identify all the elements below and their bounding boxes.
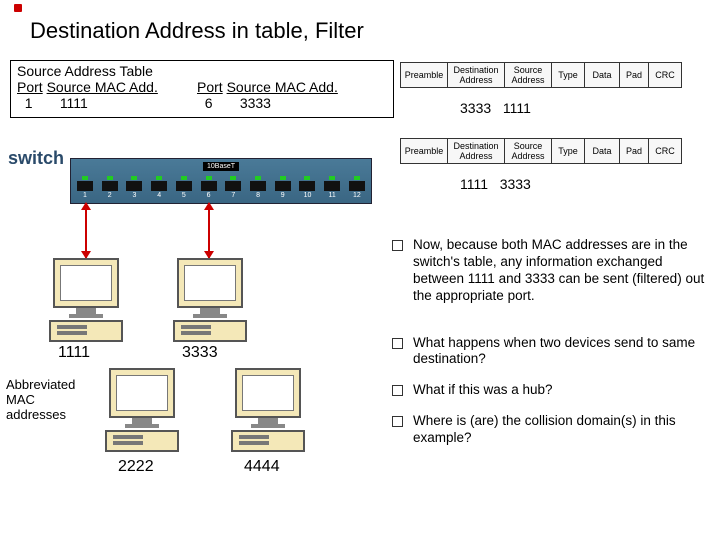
bullet-item: What if this was a hub? <box>392 382 710 399</box>
link-arrow <box>85 203 87 258</box>
slide-title: Destination Address in table, Filter <box>30 18 364 44</box>
sat-title: Source Address Table <box>17 63 387 79</box>
frame-hdr: Pad <box>620 139 649 164</box>
ethernet-frame-top: Preamble DestinationAddress SourceAddres… <box>400 62 682 88</box>
bullet-square-icon <box>392 416 403 427</box>
switch-port: 10 <box>297 176 317 199</box>
pc-4444 <box>228 368 308 452</box>
pc-2222 <box>102 368 182 452</box>
frame-bot-da: 1111 <box>460 176 488 192</box>
pc-label: 3333 <box>182 344 218 362</box>
switch-port: 2 <box>100 176 120 199</box>
bullet-marker <box>14 4 22 12</box>
frame-hdr: CRC <box>649 63 682 88</box>
frame-hdr: Data <box>585 139 620 164</box>
frame-hdr: Pad <box>620 63 649 88</box>
network-switch: 10BaseT 1 2 3 4 5 6 7 8 9 10 11 12 <box>70 158 372 204</box>
pc-1111 <box>46 258 126 342</box>
bullet-item: Where is (are) the collision domain(s) i… <box>392 413 710 447</box>
ethernet-frame-bottom: Preamble DestinationAddress SourceAddres… <box>400 138 682 164</box>
abbrev-note: AbbreviatedMACaddresses <box>6 378 75 423</box>
frame-hdr: Preamble <box>401 63 448 88</box>
frame-hdr: SourceAddress <box>505 63 552 88</box>
bullet-item: What happens when two devices send to sa… <box>392 335 710 369</box>
frame-top-da: 3333 <box>460 100 491 116</box>
switch-port: 9 <box>273 176 293 199</box>
frame-hdr: Data <box>585 63 620 88</box>
sat-port-hdr: Port <box>17 79 43 95</box>
switch-ports: 1 2 3 4 5 6 7 8 9 10 11 12 <box>75 176 367 199</box>
bullet-list: Now, because both MAC addresses are in t… <box>392 237 710 461</box>
switch-port: 5 <box>174 176 194 199</box>
bullet-item: Now, because both MAC addresses are in t… <box>392 237 710 305</box>
frame-hdr: Preamble <box>401 139 448 164</box>
pc-3333 <box>170 258 250 342</box>
switch-port: 1 <box>75 176 95 199</box>
bullet-square-icon <box>392 240 403 251</box>
pc-label: 4444 <box>244 458 280 476</box>
frame-hdr: CRC <box>649 139 682 164</box>
switch-bar-label: 10BaseT <box>203 162 239 171</box>
frame-bot-sa: 3333 <box>500 176 531 192</box>
switch-port: 11 <box>322 176 342 199</box>
frame-hdr: DestinationAddress <box>448 63 505 88</box>
switch-port: 12 <box>347 176 367 199</box>
link-arrow <box>208 203 210 258</box>
switch-port: 4 <box>149 176 169 199</box>
frame-hdr: SourceAddress <box>505 139 552 164</box>
switch-port: 7 <box>223 176 243 199</box>
sat-row: 6 3333 <box>197 95 377 111</box>
bullet-square-icon <box>392 338 403 349</box>
sat-mac-hdr: Source MAC Add. <box>47 79 158 95</box>
bullet-square-icon <box>392 385 403 396</box>
sat-row: 1 1111 <box>17 95 197 111</box>
switch-port: 6 <box>199 176 219 199</box>
pc-label: 2222 <box>118 458 154 476</box>
source-address-table: Source Address Table Port Source MAC Add… <box>10 60 394 118</box>
switch-port: 8 <box>248 176 268 199</box>
switch-label: switch <box>8 148 64 169</box>
pc-label: 1111 <box>58 344 90 362</box>
switch-port: 3 <box>124 176 144 199</box>
sat-port-hdr2: Port <box>197 79 223 95</box>
frame-top-sa: 1111 <box>503 100 531 116</box>
frame-hdr: DestinationAddress <box>448 139 505 164</box>
frame-hdr: Type <box>552 139 585 164</box>
frame-hdr: Type <box>552 63 585 88</box>
sat-mac-hdr2: Source MAC Add. <box>227 79 338 95</box>
